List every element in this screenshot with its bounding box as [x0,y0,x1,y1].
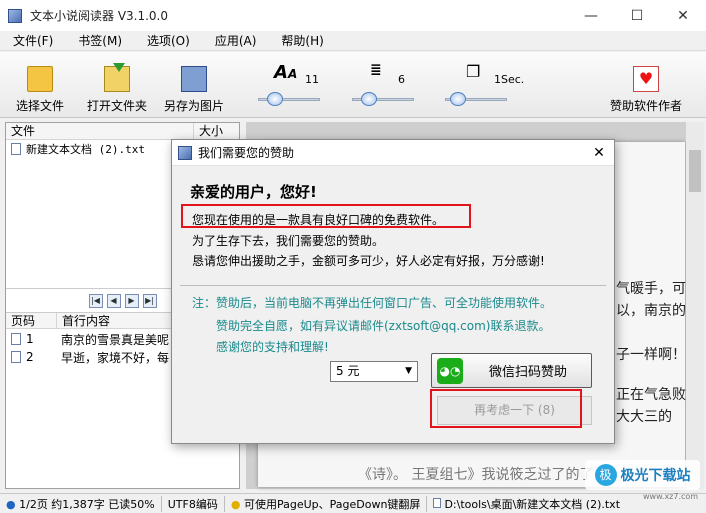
col-size[interactable]: 大小 [193,123,223,139]
choose-file-button[interactable]: 选择文件 [16,66,64,114]
scroll-speed-slider[interactable] [445,92,507,106]
menu-bookmark[interactable]: 书签(M) [65,32,134,49]
reader-line: 以，南京的 [616,303,686,319]
page-first-line: 早逝，家境不好，每 [61,350,170,365]
heart-icon [633,66,659,92]
dialog-title: 我们需要您的赞助 [198,146,295,160]
line-spacing-value: 6 [398,73,405,86]
slider-thumb[interactable] [267,92,284,106]
font-size-icon: AA [274,62,298,83]
menu-file[interactable]: 文件(F) [0,32,65,49]
save-image-button[interactable]: 另存为图片 [164,66,224,114]
maximize-button[interactable]: ☐ [614,0,660,31]
prev-page-button[interactable]: ◀ [106,293,121,308]
page-first-line: 南京的雪景真是美呢 [61,332,170,347]
font-size-value: 11 [305,73,319,86]
slider-thumb[interactable] [449,92,466,106]
folder-icon [27,66,53,92]
open-folder-label: 打开文件夹 [87,99,148,113]
reader-line: 正在气急败 [616,387,686,403]
window-title: 文本小说阅读器 V3.1.0.0 [30,9,169,23]
menu-bar: 文件(F) 书签(M) 选项(O) 应用(A) 帮助(H) [0,31,706,51]
col-content[interactable]: 首行内容 [56,313,110,328]
save-icon [181,66,207,92]
dialog-title-bar: 我们需要您的赞助 ✕ [172,140,614,166]
status-path-text: D:\tools\桌面\新建文本文档 (2).txt [444,497,621,511]
scroll-speed-value: 1Sec. [494,73,525,86]
dialog-body: 亲爱的用户，您好! 您现在使用的是一款具有良好口碑的免费软件。 为了生存下去，我… [172,167,614,443]
amount-value: 5 元 [336,364,360,378]
open-folder-icon [104,63,130,92]
reader-line: 子一样啊！ [616,347,686,363]
dropdown-arrow-icon: ▼ [405,366,412,376]
wechat-sponsor-button[interactable]: ◕◔ 微信扫码赞助 [431,353,592,388]
toolbar: 选择文件 打开文件夹 另存为图片 AA 11 ≣ 6 ❐ 1Sec. 赞助软件作… [0,52,706,118]
dialog-note-3: 感谢您的支持和理解! [216,340,329,354]
status-path: D:\tools\桌面\新建文本文档 (2).txt [427,496,626,512]
sponsor-dialog: 我们需要您的赞助 ✕ 亲爱的用户，您好! 您现在使用的是一款具有良好口碑的免费软… [171,139,615,444]
watermark-url: www.xz7.com [643,492,699,501]
window-controls: — ☐ ✕ [568,0,706,31]
close-button[interactable]: ✕ [660,0,706,31]
page-number: 2 [26,350,34,364]
dialog-note-2: 赞助完全自愿，如有异议请邮件(zxtsoft@qq.com)联系退款。 [216,319,551,333]
file-name: 新建文本文档 (2).txt [26,143,145,156]
dialog-line-3: 恳请您伸出援助之手，金额可多可少，好人必定有好报，万分感谢! [192,254,545,268]
status-tip: ● 可使用PageUp、PageDown键翻屏 [225,495,428,512]
slider-thumb[interactable] [361,92,378,106]
status-pages-text: 1/2页 约1,387字 已读50% [19,497,155,511]
next-page-button[interactable]: ▶ [124,293,139,308]
text-file-icon [11,143,21,155]
lightbulb-icon: ● [230,497,241,511]
app-icon [8,8,22,23]
dialog-app-icon [178,145,192,160]
status-encoding: UTF8编码 [162,495,225,512]
page-icon [11,333,21,345]
line-spacing-icon: ≣ [370,62,382,78]
choose-file-label: 选择文件 [16,99,65,113]
dialog-close-button[interactable]: ✕ [588,142,610,164]
sponsor-button[interactable]: 赞助软件作者 [610,66,682,114]
font-size-slider[interactable] [258,92,320,106]
info-icon: ● [6,497,16,511]
watermark-logo: 极 [594,464,617,486]
status-bar: ● 1/2页 约1,387字 已读50% UTF8编码 ● 可使用PageUp、… [0,493,706,513]
reader-line: 大大三的 [616,409,672,425]
dialog-note-1: 注：赞助后，当前电脑不再弹出任何窗口广告、可全功能使用软件。 [192,296,553,310]
dialog-separator [180,285,606,286]
page-icon [11,351,21,363]
first-page-button[interactable]: |◀ [88,293,103,308]
menu-apps[interactable]: 应用(A) [202,32,269,49]
dialog-heading: 亲爱的用户，您好! [190,183,317,201]
status-tip-text: 可使用PageUp、PageDown键翻屏 [243,497,421,511]
wechat-sponsor-label: 微信扫码赞助 [489,365,568,380]
file-list-header: 文件 大小 [6,123,239,140]
amount-select[interactable]: 5 元 ▼ [330,361,418,382]
scroll-thumb[interactable] [689,150,701,192]
dialog-line-1: 您现在使用的是一款具有良好口碑的免费软件。 [192,213,445,227]
col-page[interactable]: 页码 [6,313,56,328]
wechat-icon: ◕◔ [437,357,463,384]
col-file[interactable]: 文件 [6,123,193,139]
save-image-label: 另存为图片 [164,99,225,113]
file-icon [433,497,442,508]
title-bar: 文本小说阅读器 V3.1.0.0 — ☐ ✕ [0,0,706,31]
scroll-speed-icon: ❐ [466,62,481,81]
reader-line: 《诗》。 王夏组七》我说筱乏过了的了 [358,467,594,483]
menu-options[interactable]: 选项(O) [134,32,202,49]
dialog-line-2: 为了生存下去，我们需要您的赞助。 [192,234,385,248]
vertical-scrollbar[interactable] [686,122,704,489]
minimize-button[interactable]: — [568,0,614,31]
status-pages: ● 1/2页 约1,387字 已读50% [0,495,162,512]
last-page-button[interactable]: ▶| [142,293,157,308]
reader-line: 气暖手，可 [616,281,686,297]
watermark: 极 极光下载站 [585,460,700,490]
watermark-text: 极光下载站 [620,468,691,484]
line-spacing-slider[interactable] [352,92,414,106]
menu-help[interactable]: 帮助(H) [268,32,335,49]
open-folder-button[interactable]: 打开文件夹 [87,63,148,114]
highlight-box [430,389,582,428]
sponsor-label: 赞助软件作者 [610,99,683,113]
page-number: 1 [26,332,34,346]
